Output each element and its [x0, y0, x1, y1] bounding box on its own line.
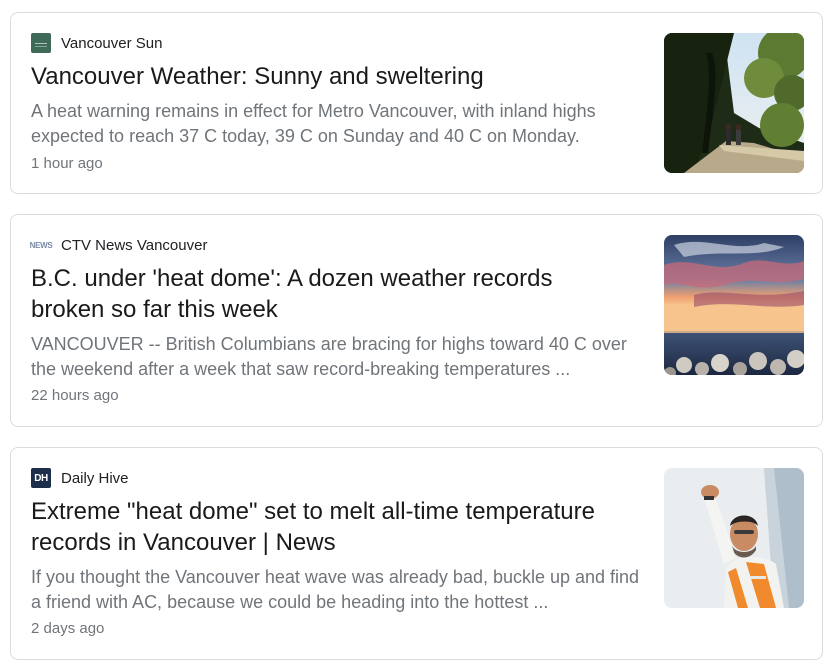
article-snippet: If you thought the Vancouver heat wave w…: [31, 567, 640, 612]
daily-hive-logo-icon: DH: [31, 468, 51, 488]
source-name: Daily Hive: [61, 469, 129, 487]
article-thumbnail[interactable]: [664, 468, 804, 608]
article-thumbnail[interactable]: [664, 235, 804, 375]
news-card-ctv-news[interactable]: NEWS CTV News Vancouver B.C. under 'heat…: [10, 214, 823, 427]
article-thumbnail[interactable]: [664, 33, 804, 173]
ctv-news-logo-icon: NEWS: [29, 240, 53, 250]
news-source: DH Daily Hive: [31, 468, 129, 488]
walkers-on-path-image: [664, 33, 804, 173]
worker-shading-eyes-image: [664, 468, 804, 608]
article-time: 2 days ago: [31, 620, 105, 637]
article-title[interactable]: Vancouver Weather: Sunny and sweltering: [31, 61, 631, 92]
source-name: Vancouver Sun: [61, 34, 163, 52]
sunset-over-ocean-image: [664, 235, 804, 375]
article-snippet: VANCOUVER -- British Columbians are brac…: [31, 334, 627, 379]
vancouver-sun-logo-icon: [31, 33, 51, 53]
news-source: Vancouver Sun: [31, 33, 162, 53]
article-snippet: A heat warning remains in effect for Met…: [31, 101, 596, 146]
news-card-daily-hive[interactable]: DH Daily Hive Extreme "heat dome" set to…: [10, 447, 823, 660]
news-source: NEWS CTV News Vancouver: [29, 235, 208, 255]
article-title[interactable]: B.C. under 'heat dome': A dozen weather …: [31, 263, 631, 325]
article-time: 22 hours ago: [31, 387, 119, 404]
article-title[interactable]: Extreme "heat dome" set to melt all-time…: [31, 496, 631, 558]
news-feed: Vancouver Sun Vancouver Weather: Sunny a…: [0, 0, 832, 670]
news-card-vancouver-sun[interactable]: Vancouver Sun Vancouver Weather: Sunny a…: [10, 12, 823, 194]
source-name: CTV News Vancouver: [61, 236, 208, 254]
article-time: 1 hour ago: [31, 155, 103, 172]
